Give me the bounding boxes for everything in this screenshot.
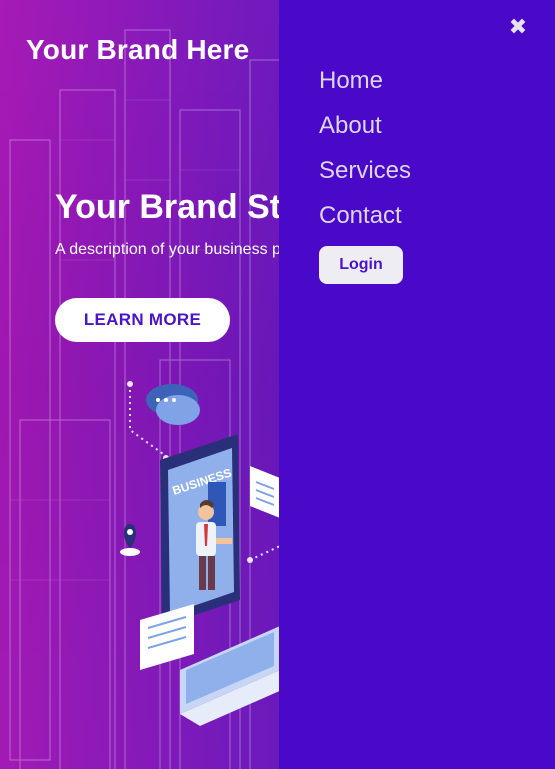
close-icon[interactable]: ✖ (507, 16, 529, 38)
nav-item-about[interactable]: About (319, 107, 411, 152)
nav-item-contact[interactable]: Contact (319, 197, 411, 242)
hero-title: Your Brand St (55, 188, 282, 226)
side-navigation-panel: ✖ Home About Services Contact Login (279, 0, 555, 769)
page: Your Brand Here Your Brand St A descript… (0, 0, 555, 769)
brand-logo[interactable]: Your Brand Here (26, 34, 249, 66)
nav-links: Home About Services Contact (319, 62, 411, 242)
learn-more-button[interactable]: LEARN MORE (55, 298, 230, 342)
login-button[interactable]: Login (319, 246, 403, 284)
nav-item-home[interactable]: Home (319, 62, 411, 107)
nav-item-services[interactable]: Services (319, 152, 411, 197)
